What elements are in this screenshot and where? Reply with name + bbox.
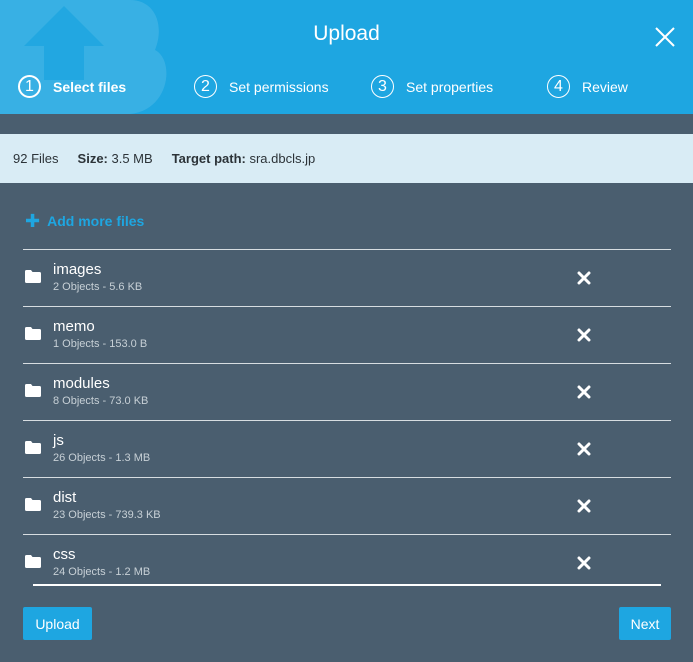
remove-icon[interactable] [577, 556, 591, 570]
list-item: memo 1 Objects - 153.0 B [23, 306, 671, 363]
step-number: 3 [371, 75, 394, 98]
folder-name: memo [53, 318, 95, 335]
list-item: dist 23 Objects - 739.3 KB [23, 477, 671, 534]
remove-icon[interactable] [577, 499, 591, 513]
plus-icon: ✚ [25, 211, 41, 231]
upload-summary-bar: 92 Files Size: 3.5 MB Target path: sra.d… [0, 134, 693, 183]
step-set-properties[interactable]: 3 Set properties [371, 75, 493, 98]
folder-meta: 26 Objects - 1.3 MB [53, 452, 151, 464]
size-summary: Size: 3.5 MB [78, 151, 153, 166]
folder-icon [25, 555, 41, 568]
step-review[interactable]: 4 Review [547, 75, 628, 98]
close-icon[interactable] [652, 24, 678, 50]
folder-icon [25, 270, 41, 283]
remove-icon[interactable] [577, 271, 591, 285]
folder-icon [25, 441, 41, 454]
step-label: Review [582, 78, 628, 95]
step-label: Set properties [406, 78, 494, 95]
modal-title: Upload [313, 22, 380, 45]
step-number: 1 [18, 75, 41, 98]
remove-icon[interactable] [577, 442, 591, 456]
folder-meta: 23 Objects - 739.3 KB [53, 509, 161, 521]
step-label: Select files [53, 78, 127, 95]
folder-meta: 1 Objects - 153.0 B [53, 338, 148, 350]
modal-header: Upload 1 Select files 2 Set permissions … [0, 0, 693, 114]
target-path-value: sra.dbcls.jp [249, 151, 316, 166]
folder-icon [25, 498, 41, 511]
upload-button[interactable]: Upload [23, 607, 92, 640]
list-item: js 26 Objects - 1.3 MB [23, 420, 671, 477]
step-select-files[interactable]: 1 Select files [18, 75, 126, 98]
folder-meta: 24 Objects - 1.2 MB [53, 566, 151, 578]
add-more-files-button[interactable]: ✚ Add more files [25, 211, 145, 231]
file-count: 92 Files [13, 151, 59, 166]
folder-meta: 8 Objects - 73.0 KB [53, 395, 149, 407]
target-path-label: Target path: [171, 151, 246, 166]
folder-name: dist [53, 489, 77, 506]
size-value: 3.5 MB [111, 151, 153, 166]
list-item: images 2 Objects - 5.6 KB [23, 249, 671, 306]
next-button[interactable]: Next [619, 607, 671, 640]
step-number: 4 [547, 75, 570, 98]
step-number: 2 [194, 75, 217, 98]
remove-icon[interactable] [577, 385, 591, 399]
folder-meta: 2 Objects - 5.6 KB [53, 281, 143, 293]
folder-name: css [53, 546, 76, 563]
list-item: modules 8 Objects - 73.0 KB [23, 363, 671, 420]
remove-icon[interactable] [577, 328, 591, 342]
folder-name: images [53, 261, 102, 278]
folder-list: images 2 Objects - 5.6 KB memo 1 Objects… [23, 249, 671, 591]
folder-name: modules [53, 375, 110, 392]
target-path-summary: Target path: sra.dbcls.jp [172, 151, 316, 166]
folder-icon [25, 327, 41, 340]
folder-name: js [53, 432, 64, 449]
add-more-files-label: Add more files [47, 213, 145, 229]
folder-icon [25, 384, 41, 397]
step-label: Set permissions [229, 78, 329, 95]
list-item: css 24 Objects - 1.2 MB [23, 534, 671, 591]
list-scroll-indicator[interactable] [33, 584, 661, 586]
size-label: Size: [77, 151, 108, 166]
step-set-permissions[interactable]: 2 Set permissions [194, 75, 329, 98]
